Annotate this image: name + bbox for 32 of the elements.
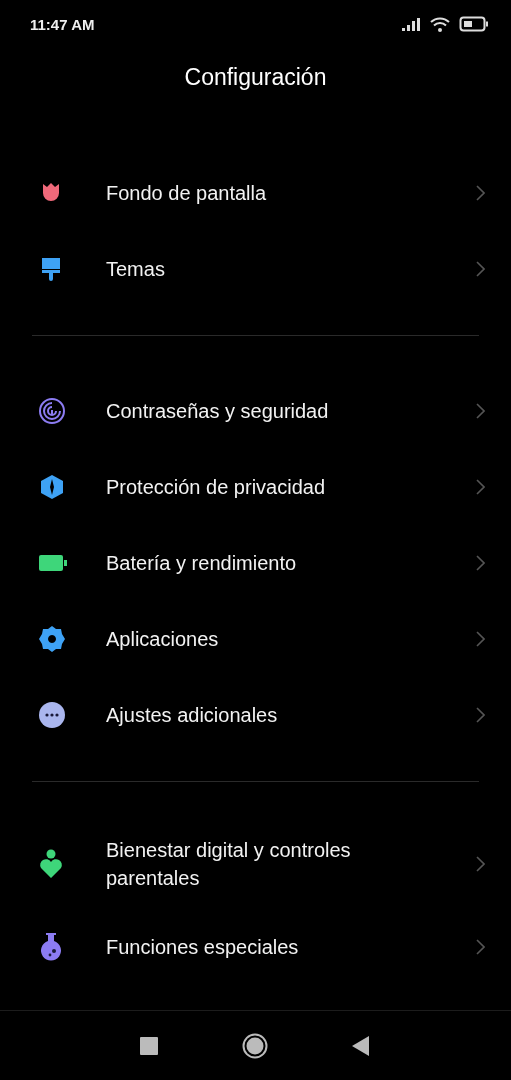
- settings-item[interactable]: Contraseñas y seguridad: [106, 397, 329, 425]
- settings-item[interactable]: Ajustes adicionales: [106, 701, 278, 729]
- signal-icon: [401, 17, 421, 31]
- settings-item[interactable]: Protección de privacidad: [106, 473, 325, 501]
- battery-icon: [38, 553, 68, 573]
- settings-item[interactable]: Temas: [106, 255, 165, 283]
- chevron-icon: [475, 555, 485, 571]
- flask-icon: [38, 932, 64, 962]
- chevron-icon: [475, 403, 485, 419]
- fingerprint-icon: [38, 397, 66, 425]
- shield-icon: [38, 473, 66, 501]
- back-button[interactable]: [352, 1036, 369, 1056]
- gear-icon: [38, 625, 66, 653]
- chevron-icon: [475, 261, 485, 277]
- settings-item[interactable]: Batería y rendimiento: [106, 549, 297, 577]
- chevron-icon: [475, 185, 485, 201]
- clock: 11:47 AM: [30, 15, 95, 33]
- settings-item[interactable]: Aplicaciones: [106, 625, 219, 653]
- home-button[interactable]: [242, 1033, 268, 1059]
- settings-item[interactable]: Funciones especiales: [106, 933, 299, 961]
- battery-status-icon: [459, 16, 489, 32]
- chevron-icon: [475, 856, 485, 872]
- chevron-icon: [475, 631, 485, 647]
- person-heart-icon: [38, 849, 64, 879]
- chevron-icon: [475, 707, 485, 723]
- chevron-icon: [475, 479, 485, 495]
- settings-item[interactable]: Fondo de pantalla: [106, 179, 267, 207]
- page-title: Configuración: [184, 63, 327, 92]
- chevron-icon: [475, 939, 485, 955]
- settings-item[interactable]: Bienestar digital y controles parentales: [106, 836, 416, 892]
- more-icon: [38, 701, 66, 729]
- wifi-icon: [429, 15, 451, 33]
